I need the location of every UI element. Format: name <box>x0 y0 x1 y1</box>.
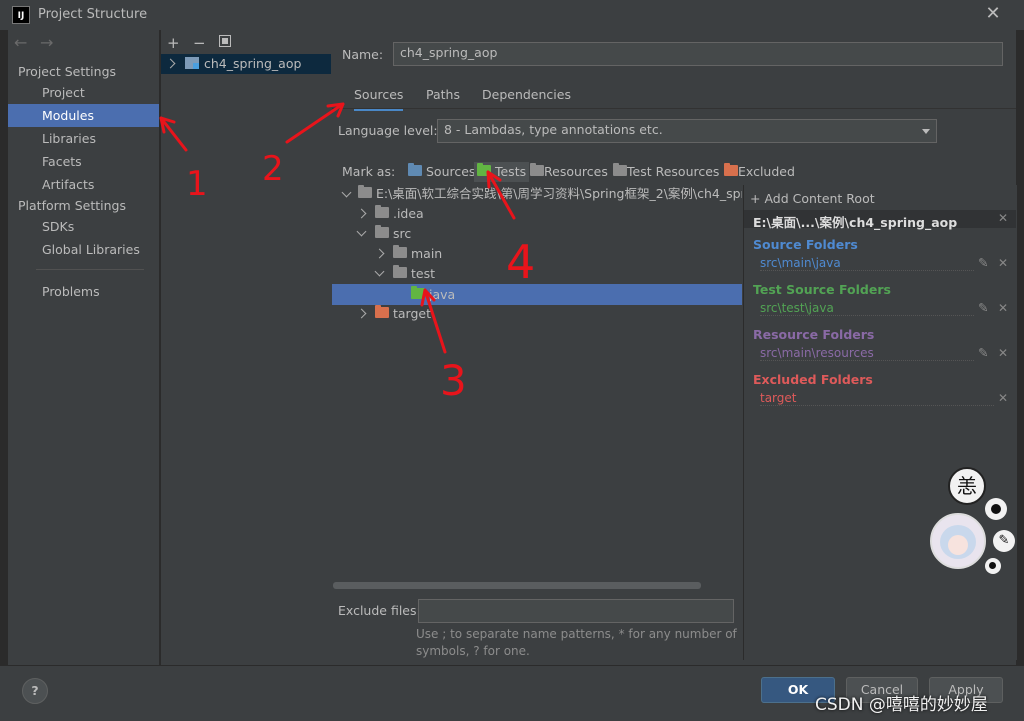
annotation-number-1: 1 <box>186 164 208 204</box>
annotation-arrow-3 <box>420 288 447 354</box>
annotation-arrow-4 <box>486 170 516 220</box>
annotation-arrow-2 <box>285 102 345 144</box>
red-annotation-overlay: 1 2 3 4 <box>159 102 535 405</box>
annotation-number-2: 2 <box>262 149 284 189</box>
annotation-number-4: 4 <box>506 235 535 289</box>
annotation-arrow-1 <box>159 116 188 152</box>
annotation-number-3: 3 <box>440 356 467 405</box>
